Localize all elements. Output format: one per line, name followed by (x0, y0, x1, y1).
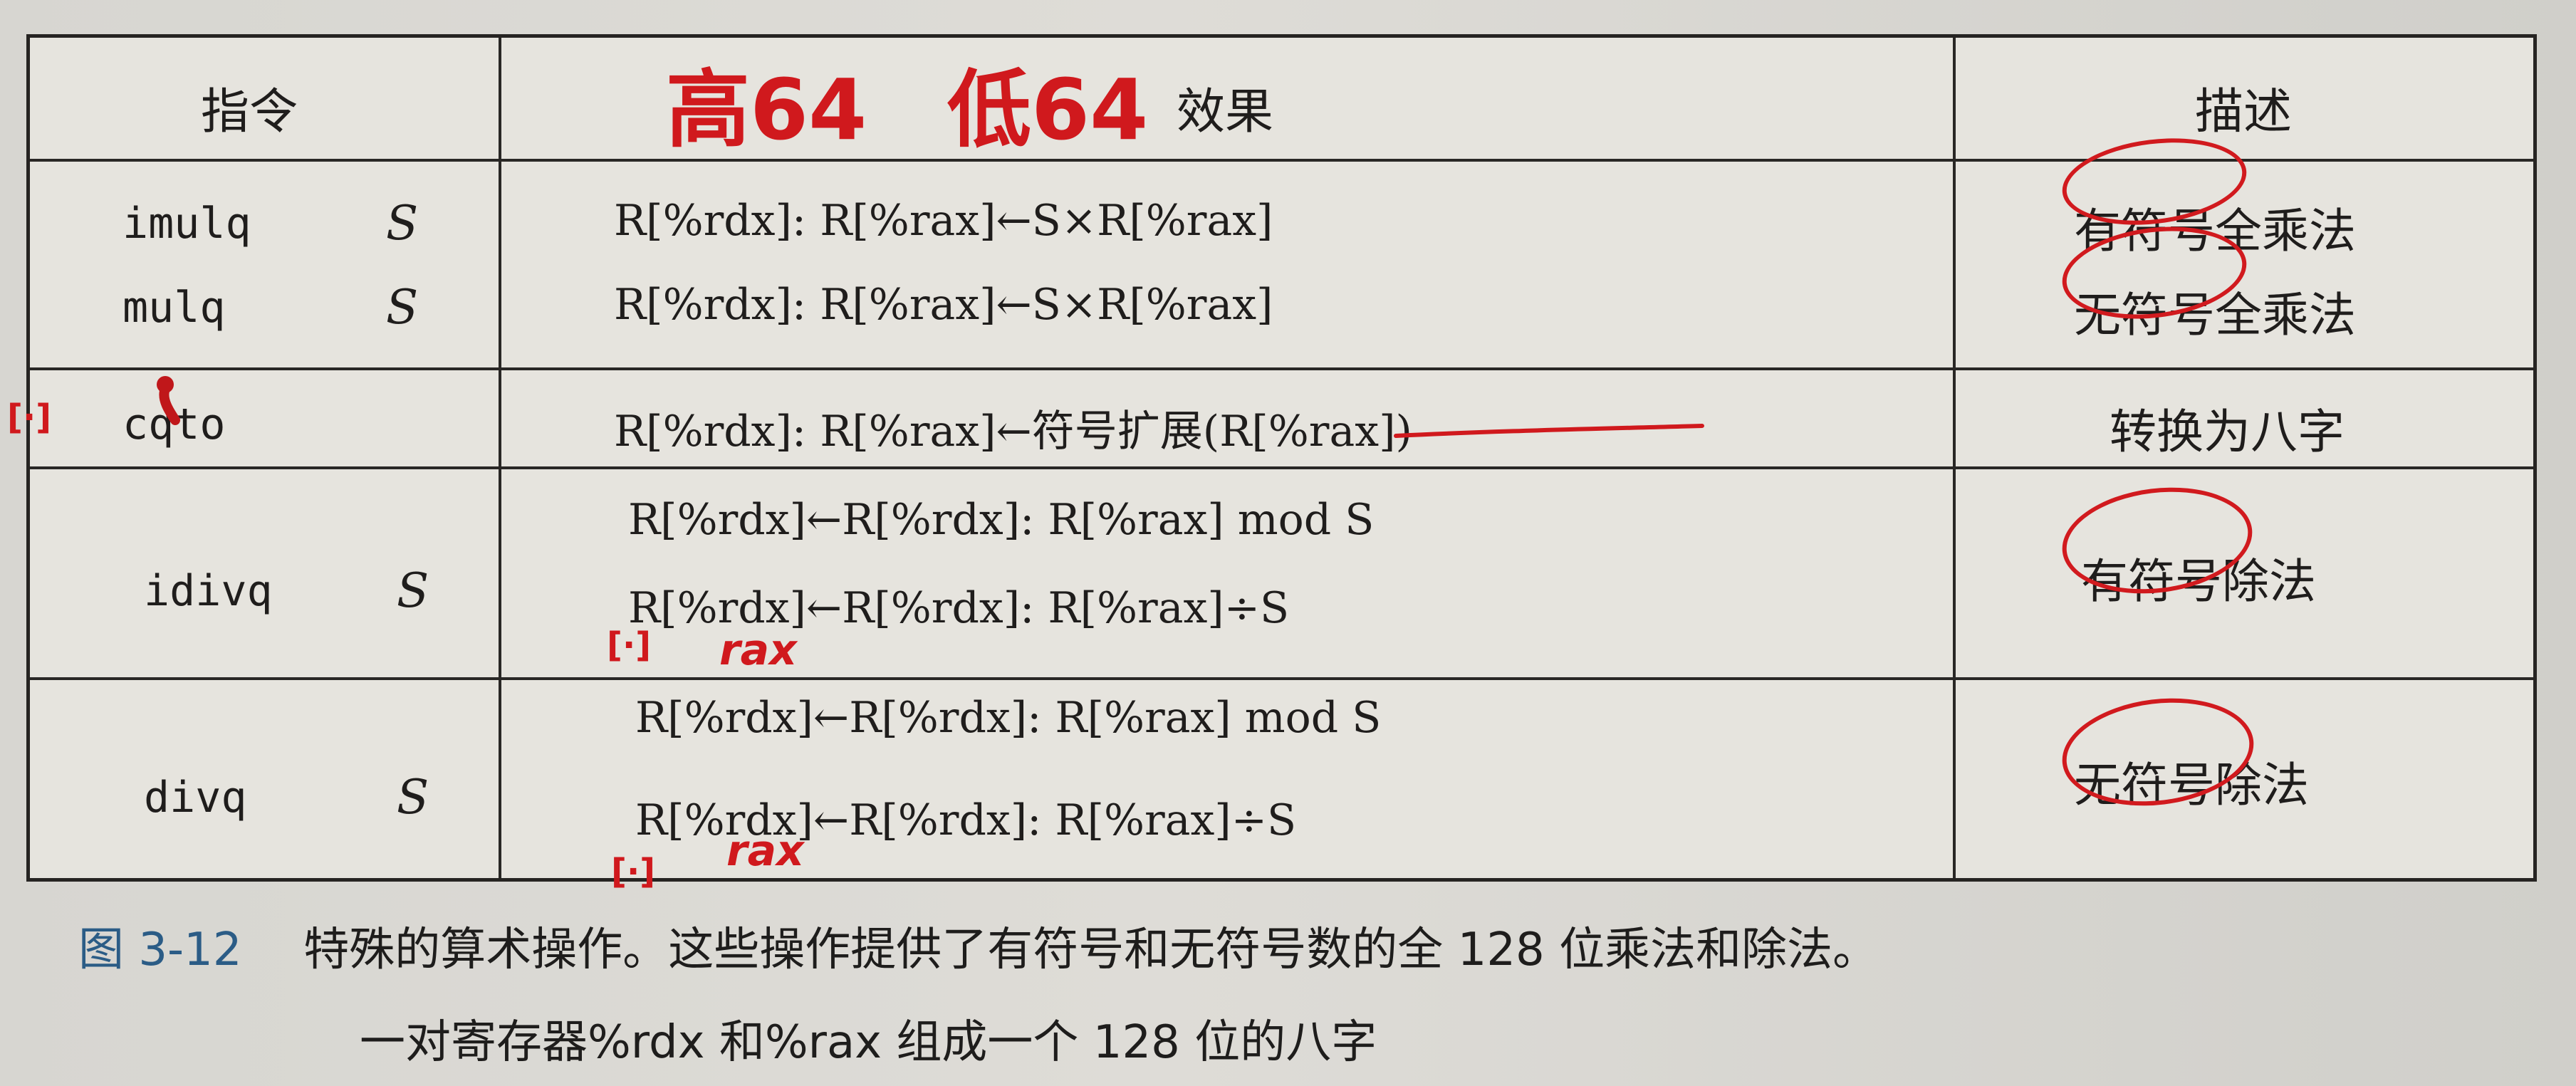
ink-mark-cqto (159, 384, 180, 425)
ink-dot (157, 376, 174, 393)
ink-strokes (157, 376, 1704, 438)
ink-underline (1394, 424, 1704, 438)
